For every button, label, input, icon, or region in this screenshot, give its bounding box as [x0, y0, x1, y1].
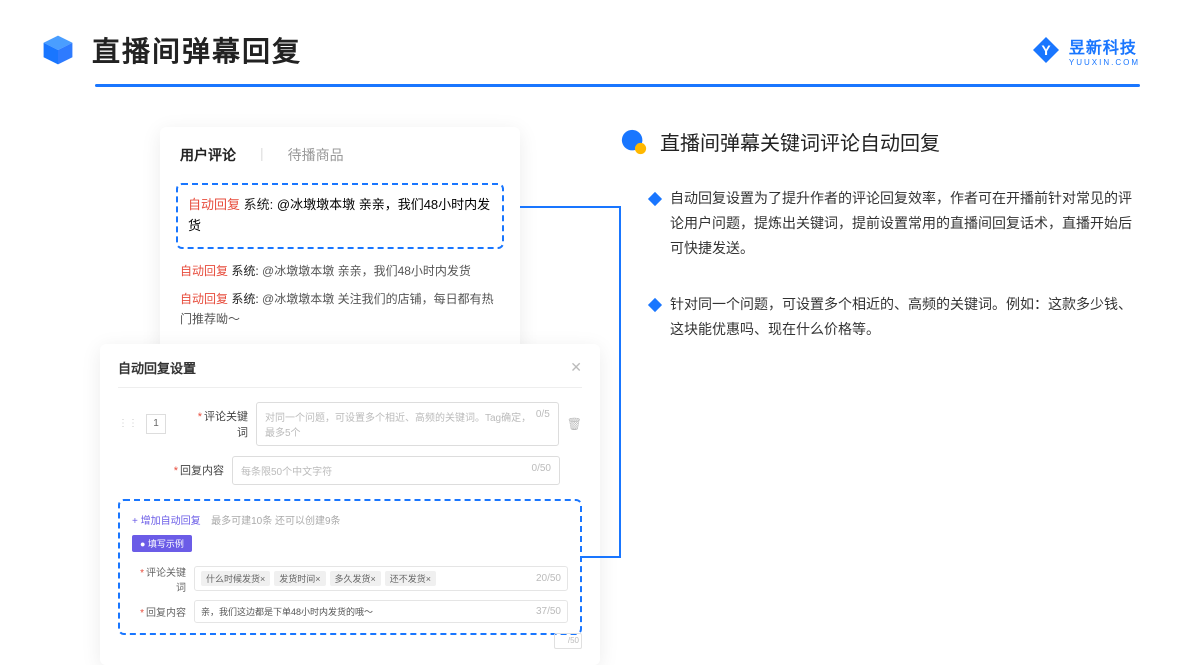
sample-keyword-label: *评论关键词 [132, 564, 186, 594]
header: 直播间弹幕回复 Y 昱新科技 YUUXIN.COM [0, 0, 1180, 70]
comment-row: 自动回复 系统: @冰墩墩本墩 亲亲，我们48小时内发货 [160, 257, 520, 285]
sample-keyword-box: 什么时候发货× 发货时间× 多久发货× 还不发货× 20/50 [194, 566, 568, 591]
auto-reply-label: 自动回复 [180, 264, 228, 278]
tab-comments[interactable]: 用户评论 [180, 145, 236, 165]
right-column: 直播间弹幕关键词评论自动回复 自动回复设置为了提升作者的评论回复效率，作者可在开… [620, 127, 1140, 665]
system-label: 系统: [244, 197, 274, 212]
close-icon[interactable]: ✕ [570, 359, 582, 376]
brand-subtext: YUUXIN.COM [1069, 58, 1140, 67]
form-row-content: *回复内容 每条限50个中文字符 0/50 [118, 456, 582, 485]
tiny-box: /50 [554, 633, 582, 649]
tag[interactable]: 多久发货× [330, 571, 381, 586]
comment-text: @冰墩墩本墩 亲亲，我们48小时内发货 [262, 264, 471, 278]
add-hint: 最多可建10条 还可以创建9条 [211, 516, 340, 527]
bullet-text: 自动回复设置为了提升作者的评论回复效率，作者可在开播前针对常见的评论用户问题，提… [670, 186, 1140, 262]
brand-icon: Y [1031, 35, 1061, 65]
row-number: 1 [146, 414, 166, 434]
auto-reply-label: 自动回复 [188, 197, 240, 212]
sample-keyword-row: *评论关键词 什么时候发货× 发货时间× 多久发货× 还不发货× 20/50 [132, 564, 568, 594]
keyword-input[interactable]: 对同一个问题，可设置多个相近、高频的关键词。Tag确定，最多5个 0/5 [256, 402, 559, 446]
comment-text: @冰墩墩本墩 关注我们的店铺，每日都有热门推荐呦～ [180, 292, 494, 326]
header-left: 直播间弹幕回复 [40, 30, 302, 70]
comment-row: 自动回复 系统: @冰墩墩本墩 关注我们的店铺，每日都有热门推荐呦～ [160, 285, 520, 334]
brand-text: 昱新科技 [1069, 40, 1137, 57]
bullet-item: 自动回复设置为了提升作者的评论回复效率，作者可在开播前针对常见的评论用户问题，提… [650, 186, 1140, 262]
settings-header: 自动回复设置 ✕ [118, 358, 582, 388]
tiny-inputs: /50 [554, 633, 582, 649]
sample-content-label: *回复内容 [132, 604, 186, 619]
bubble-icon [620, 128, 648, 156]
bullet-text: 针对同一个问题，可设置多个相近的、高频的关键词。例如：这款多少钱、这块能优惠吗、… [670, 292, 1140, 342]
add-auto-reply-link[interactable]: + 增加自动回复 [132, 516, 201, 527]
page-title: 直播间弹幕回复 [92, 30, 302, 70]
add-row: + 增加自动回复 最多可建10条 还可以创建9条 [132, 511, 568, 529]
system-label: 系统: [231, 292, 258, 306]
example-badge: ● 填写示例 [132, 535, 192, 552]
drag-icon[interactable]: ⋮⋮ [118, 418, 138, 429]
system-label: 系统: [231, 264, 258, 278]
section-title: 直播间弹幕关键词评论自动回复 [660, 127, 940, 156]
diamond-icon [648, 297, 662, 311]
tab-products[interactable]: 待播商品 [288, 145, 344, 165]
highlighted-comment: 自动回复 系统: @冰墩墩本墩 亲亲，我们48小时内发货 [176, 183, 504, 249]
cube-icon [40, 32, 76, 68]
form-row-keyword: ⋮⋮ 1 *评论关键词 对同一个问题，可设置多个相近、高频的关键词。Tag确定，… [118, 402, 582, 446]
keyword-label: *评论关键词 [192, 408, 248, 440]
comments-card: 用户评论 | 待播商品 自动回复 系统: @冰墩墩本墩 亲亲，我们48小时内发货… [160, 127, 520, 364]
tabs: 用户评论 | 待播商品 [160, 145, 520, 175]
example-box: + 增加自动回复 最多可建10条 还可以创建9条 ● 填写示例 *评论关键词 什… [118, 499, 582, 635]
bullet-list: 自动回复设置为了提升作者的评论回复效率，作者可在开播前针对常见的评论用户问题，提… [620, 186, 1140, 342]
svg-text:Y: Y [1041, 42, 1051, 58]
tab-divider: | [260, 145, 264, 165]
sample-content-box: 亲，我们这边都是下单48小时内发货的哦～ 37/50 [194, 600, 568, 623]
settings-title: 自动回复设置 [118, 358, 196, 377]
tag[interactable]: 发货时间× [274, 571, 325, 586]
content-label: *回复内容 [168, 462, 224, 478]
tag[interactable]: 还不发货× [385, 571, 436, 586]
tag[interactable]: 什么时候发货× [201, 571, 270, 586]
section-header: 直播间弹幕关键词评论自动回复 [620, 127, 1140, 156]
left-column: 用户评论 | 待播商品 自动回复 系统: @冰墩墩本墩 亲亲，我们48小时内发货… [100, 127, 580, 665]
auto-reply-label: 自动回复 [180, 292, 228, 306]
bullet-item: 针对同一个问题，可设置多个相近的、高频的关键词。例如：这款多少钱、这块能优惠吗、… [650, 292, 1140, 342]
sample-content-row: *回复内容 亲，我们这边都是下单48小时内发货的哦～ 37/50 [132, 600, 568, 623]
delete-icon[interactable]: 🗑 [567, 417, 582, 431]
diamond-icon [648, 192, 662, 206]
brand-logo: Y 昱新科技 YUUXIN.COM [1031, 34, 1140, 67]
settings-card: 自动回复设置 ✕ ⋮⋮ 1 *评论关键词 对同一个问题，可设置多个相近、高频的关… [100, 344, 600, 665]
content-input[interactable]: 每条限50个中文字符 0/50 [232, 456, 560, 485]
